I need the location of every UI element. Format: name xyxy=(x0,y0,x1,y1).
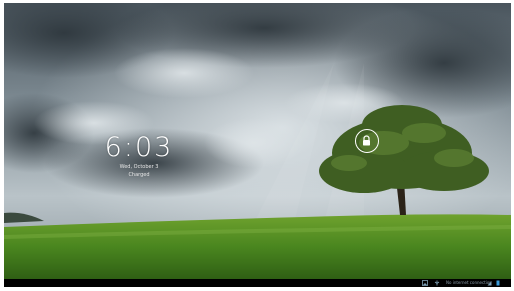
usb-icon xyxy=(434,280,440,286)
unlock-handle[interactable] xyxy=(355,129,379,153)
clock-date: Wed, October 3 xyxy=(119,164,159,170)
network-status-text: No internet connection xyxy=(446,280,492,285)
wifi-signal-icon xyxy=(487,281,492,286)
photo-icon xyxy=(422,280,428,286)
lockscreen-clock: 6:03 Wed, October 3 Charged xyxy=(94,133,184,179)
lockscreen-wallpaper xyxy=(4,3,511,279)
battery-icon xyxy=(496,280,500,286)
charging-status: Charged xyxy=(128,172,150,178)
status-bar: No internet connection xyxy=(4,279,511,287)
lock-icon xyxy=(363,135,370,146)
device-screen: 6:03 Wed, October 3 Charged No internet … xyxy=(4,3,511,287)
clock-time: 6:03 xyxy=(104,132,174,163)
